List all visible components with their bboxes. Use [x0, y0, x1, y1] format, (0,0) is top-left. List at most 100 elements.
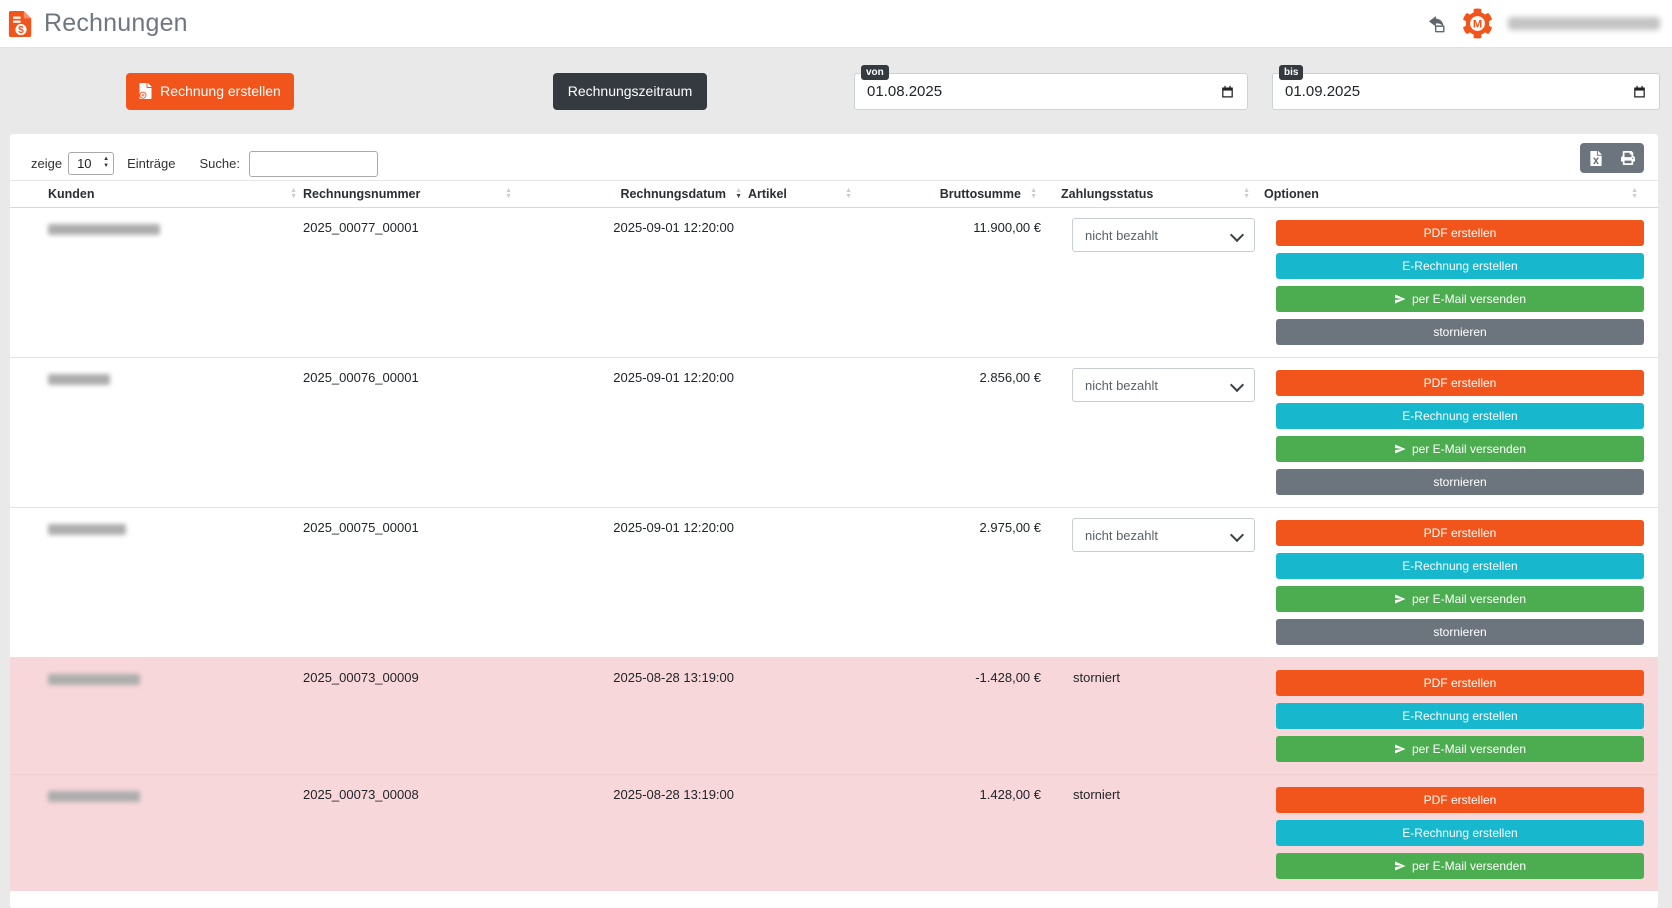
invoice-date: 2025-09-01 12:20:00: [518, 358, 748, 507]
app-bar-right: M: [1424, 8, 1660, 39]
customer-name-redacted: [48, 791, 140, 802]
printer-icon: [1621, 151, 1635, 165]
payment-status-cell: nicht bezahlt: [1043, 208, 1256, 357]
sort-icon: ▲▼: [1030, 188, 1037, 200]
page-size-select[interactable]: 10: [68, 152, 114, 175]
invoice-date: 2025-08-28 13:19:00: [518, 775, 748, 891]
svg-text:M: M: [1473, 18, 1482, 30]
entries-label: Einträge: [127, 156, 175, 171]
invoice-date: 2025-08-28 13:19:00: [518, 658, 748, 774]
search-input[interactable]: [249, 151, 378, 177]
invoice-number: 2025_00076_00001: [303, 358, 518, 507]
article-cell: [748, 358, 858, 507]
customer-name-redacted: [48, 674, 140, 685]
customer-cell: [48, 508, 303, 657]
table-row: 2025_00077_000012025-09-01 12:20:0011.90…: [10, 208, 1658, 357]
sort-icon: ▲▼: [1631, 188, 1638, 200]
table-row: 2025_00073_000092025-08-28 13:19:00 -1.42…: [10, 657, 1658, 774]
payment-status-select[interactable]: nicht bezahlt: [1072, 518, 1255, 552]
table-row: 2025_00075_000012025-09-01 12:20:002.975…: [10, 507, 1658, 657]
stornieren-button[interactable]: stornieren: [1276, 469, 1644, 495]
paper-plane-icon: [1394, 443, 1406, 455]
payment-status-text: storniert: [1043, 658, 1256, 774]
payment-status-text: storniert: [1043, 775, 1256, 891]
column-header-artikel[interactable]: Artikel▲▼: [748, 187, 858, 201]
toolbar: Rechnung erstellen Rechnungszeitraum von…: [0, 48, 1672, 134]
e-rechnung-erstellen-button[interactable]: E-Rechnung erstellen: [1276, 253, 1644, 279]
table-controls: zeige 10 ▲▼ Einträge Suche:: [10, 134, 1658, 180]
column-header-rechnungsdatum[interactable]: Rechnungsdatum▲▼: [518, 187, 748, 201]
article-cell: [748, 658, 858, 774]
customer-cell: [48, 775, 303, 891]
column-header-rechnungsnummer[interactable]: Rechnungsnummer▲▼: [303, 187, 518, 201]
calendar-icon[interactable]: [1220, 84, 1235, 99]
customer-cell: [48, 358, 303, 507]
pdf-erstellen-button[interactable]: PDF erstellen: [1276, 370, 1644, 396]
date-to-input[interactable]: [1285, 83, 1485, 100]
gross-total: 1.428,00 €: [858, 775, 1043, 891]
article-cell: [748, 208, 858, 357]
paper-plane-icon: [1394, 860, 1406, 872]
table-row: 2025_00073_000082025-08-28 13:19:00 1.428…: [10, 774, 1658, 891]
pdf-erstellen-button[interactable]: PDF erstellen: [1276, 787, 1644, 813]
gross-total: -1.428,00 €: [858, 658, 1043, 774]
stornieren-button[interactable]: stornieren: [1276, 319, 1644, 345]
page: $ Rechnungen M: [0, 0, 1672, 908]
stornieren-button[interactable]: stornieren: [1276, 619, 1644, 645]
invoice-number: 2025_00073_00009: [303, 658, 518, 774]
invoice-date: 2025-09-01 12:20:00: [518, 508, 748, 657]
file-plus-icon: [139, 83, 152, 99]
invoice-dollar-icon: $: [8, 9, 34, 39]
article-cell: [748, 775, 858, 891]
invoice-date: 2025-09-01 12:20:00: [518, 208, 748, 357]
table-body: 2025_00077_000012025-09-01 12:20:0011.90…: [10, 208, 1658, 891]
user-name-redacted: [1508, 17, 1660, 30]
pdf-erstellen-button[interactable]: PDF erstellen: [1276, 220, 1644, 246]
per-email-versenden-button[interactable]: per E-Mail versenden: [1276, 736, 1644, 762]
sort-icon: ▲▼: [505, 188, 512, 200]
per-email-versenden-button[interactable]: per E-Mail versenden: [1276, 286, 1644, 312]
column-header-bruttosumme[interactable]: Bruttosumme▲▼: [858, 187, 1043, 201]
column-header-optionen[interactable]: Optionen▲▼: [1256, 187, 1644, 201]
per-email-versenden-button[interactable]: per E-Mail versenden: [1276, 586, 1644, 612]
payment-status-select[interactable]: nicht bezahlt: [1072, 368, 1255, 402]
date-from-field: von: [854, 73, 1248, 110]
payment-status-cell: nicht bezahlt: [1043, 508, 1256, 657]
row-actions: PDF erstellen E-Rechnung erstellen per E-M…: [1256, 508, 1644, 657]
column-header-kunden[interactable]: Kunden▲▼: [48, 187, 303, 201]
invoice-table-card: zeige 10 ▲▼ Einträge Suche:: [10, 134, 1658, 908]
customer-name-redacted: [48, 224, 160, 235]
e-rechnung-erstellen-button[interactable]: E-Rechnung erstellen: [1276, 820, 1644, 846]
export-button-group: [1580, 143, 1644, 173]
per-email-versenden-button[interactable]: per E-Mail versenden: [1276, 853, 1644, 879]
customer-name-redacted: [48, 374, 110, 385]
svg-text:$: $: [18, 25, 24, 36]
date-to-field: bis: [1272, 73, 1660, 110]
row-actions: PDF erstellen E-Rechnung erstellen per E-M…: [1256, 775, 1644, 891]
e-rechnung-erstellen-button[interactable]: E-Rechnung erstellen: [1276, 703, 1644, 729]
payment-status-select[interactable]: nicht bezahlt: [1072, 218, 1255, 252]
date-from-input[interactable]: [867, 83, 1067, 100]
column-header-zahlungsstatus[interactable]: Zahlungsstatus▲▼: [1043, 187, 1256, 201]
back-to-site-icon[interactable]: [1424, 13, 1447, 34]
gear-logo-icon[interactable]: M: [1462, 8, 1493, 39]
create-invoice-button[interactable]: Rechnung erstellen: [126, 73, 294, 110]
date-from-badge: von: [861, 65, 889, 80]
pdf-erstellen-button[interactable]: PDF erstellen: [1276, 670, 1644, 696]
e-rechnung-erstellen-button[interactable]: E-Rechnung erstellen: [1276, 403, 1644, 429]
invoice-period-button[interactable]: Rechnungszeitraum: [553, 73, 707, 110]
invoice-number: 2025_00073_00008: [303, 775, 518, 891]
pdf-erstellen-button[interactable]: PDF erstellen: [1276, 520, 1644, 546]
date-to-badge: bis: [1279, 65, 1303, 80]
calendar-icon[interactable]: [1632, 84, 1647, 99]
gross-total: 2.975,00 €: [858, 508, 1043, 657]
invoice-number: 2025_00077_00001: [303, 208, 518, 357]
page-title: Rechnungen: [44, 9, 188, 38]
excel-export-button[interactable]: [1580, 143, 1612, 173]
per-email-versenden-button[interactable]: per E-Mail versenden: [1276, 436, 1644, 462]
row-actions: PDF erstellen E-Rechnung erstellen per E-M…: [1256, 358, 1644, 507]
search-label: Suche:: [200, 156, 240, 171]
print-button[interactable]: [1612, 143, 1644, 173]
e-rechnung-erstellen-button[interactable]: E-Rechnung erstellen: [1276, 553, 1644, 579]
gross-total: 2.856,00 €: [858, 358, 1043, 507]
